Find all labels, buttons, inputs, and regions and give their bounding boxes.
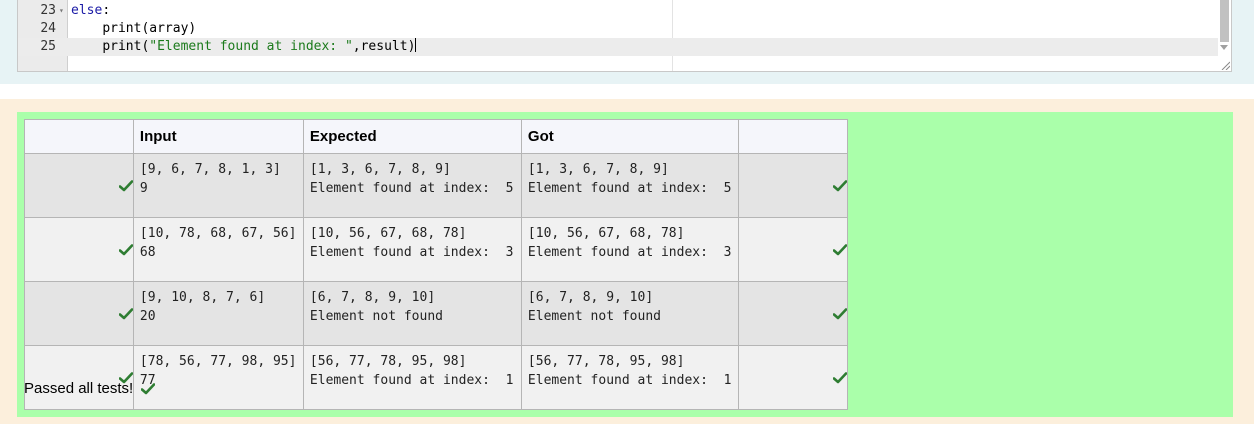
fold-arrow-icon[interactable]: ▾ — [59, 2, 64, 20]
line-number: 24 — [40, 21, 56, 36]
check-icon — [118, 308, 133, 320]
resize-grip-icon[interactable] — [1220, 60, 1230, 70]
row-result-cell — [737, 281, 848, 346]
code-text: else: — [71, 3, 111, 18]
code-line-24[interactable]: 24 print(array) — [18, 20, 1218, 38]
result-header — [737, 119, 848, 154]
code-editor[interactable]: 23 ▾ else: 24 print(array) 25 print("Ele… — [17, 0, 1232, 72]
got-cell: [6, 7, 8, 9, 10] Element not found — [520, 281, 739, 346]
row-status-cell — [24, 345, 134, 410]
scroll-down-arrow-icon[interactable] — [1220, 45, 1228, 50]
row-result-cell — [737, 217, 848, 282]
input-cell: [10, 78, 68, 67, 56] 68 — [132, 217, 304, 282]
got-cell: [10, 56, 67, 68, 78] Element found at ind… — [520, 217, 739, 282]
keyword-else: else — [71, 3, 103, 18]
check-icon — [832, 244, 847, 256]
input-header: Input — [132, 119, 304, 154]
results-table: Input Expected Got [9, 6, 7, 8, 1, 3] 9 [… — [24, 119, 848, 410]
row-result-cell — [737, 153, 848, 218]
check-icon — [141, 382, 156, 394]
input-cell: [78, 56, 77, 98, 95] 77 — [132, 345, 304, 410]
test-results-panel: Input Expected Got [9, 6, 7, 8, 1, 3] 9 [… — [17, 112, 1233, 417]
code-line-25[interactable]: 25 print("Element found at index: ",resu… — [18, 38, 1218, 56]
expected-cell: [6, 7, 8, 9, 10] Element not found — [302, 281, 522, 346]
table-row: [10, 78, 68, 67, 56] 68 [10, 56, 67, 68, … — [24, 217, 848, 282]
check-icon — [832, 180, 847, 192]
code-line-23[interactable]: 23 ▾ else: — [18, 2, 1218, 20]
table-row: [9, 6, 7, 8, 1, 3] 9 [1, 3, 6, 7, 8, 9] El… — [24, 153, 848, 218]
passed-message: Passed all tests! — [24, 380, 134, 397]
expected-cell: [10, 56, 67, 68, 78] Element found at ind… — [302, 217, 522, 282]
input-cell: [9, 10, 8, 7, 6] 20 — [132, 281, 304, 346]
test-results-area: Input Expected Got [9, 6, 7, 8, 1, 3] 9 [… — [0, 99, 1254, 424]
line-number: 25 — [40, 39, 56, 54]
expected-header: Expected — [302, 119, 522, 154]
check-icon — [118, 180, 133, 192]
row-status-cell — [24, 217, 134, 282]
row-status-cell — [24, 153, 134, 218]
got-cell: [56, 77, 78, 95, 98] Element found at ind… — [520, 345, 739, 410]
status-header — [24, 119, 134, 154]
check-icon — [832, 308, 847, 320]
scrollbar-thumb[interactable] — [1220, 0, 1229, 42]
code-text: print(array) — [102, 21, 197, 36]
editor-area: 23 ▾ else: 24 print(array) 25 print("Ele… — [0, 0, 1254, 84]
input-cell: [9, 6, 7, 8, 1, 3] 9 — [132, 153, 304, 218]
results-header-row: Input Expected Got — [24, 119, 848, 154]
text-cursor — [415, 38, 417, 52]
line-number: 23 — [40, 3, 56, 18]
table-row: [78, 56, 77, 98, 95] 77 [56, 77, 78, 95, … — [24, 345, 848, 410]
check-icon — [832, 372, 847, 384]
code-text: print("Element found at index: ",result) — [102, 38, 417, 54]
table-row: [9, 10, 8, 7, 6] 20 [6, 7, 8, 9, 10] Eleme… — [24, 281, 848, 346]
got-cell: [1, 3, 6, 7, 8, 9] Element found at index… — [520, 153, 739, 218]
check-icon — [118, 244, 133, 256]
row-status-cell — [24, 281, 134, 346]
string-literal: "Element found at index: " — [149, 39, 353, 54]
got-header: Got — [520, 119, 739, 154]
passed-all-tests: Passed all tests! — [24, 380, 156, 397]
expected-cell: [56, 77, 78, 95, 98] Element found at ind… — [302, 345, 522, 410]
expected-cell: [1, 3, 6, 7, 8, 9] Element found at index… — [302, 153, 522, 218]
row-result-cell — [737, 345, 848, 410]
